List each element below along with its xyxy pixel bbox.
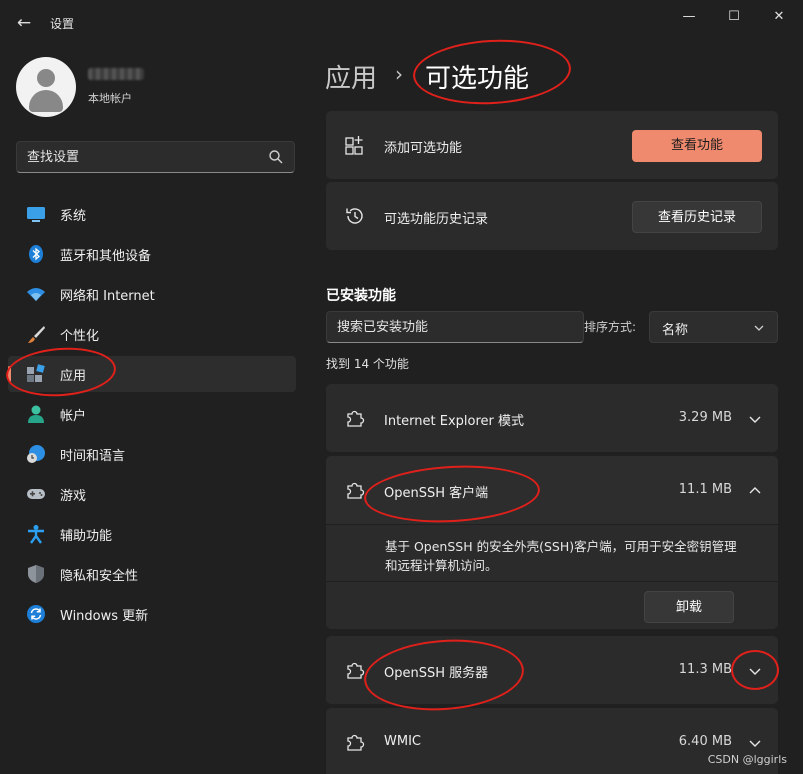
back-arrow-icon: ← (16, 13, 32, 33)
active-indicator (8, 366, 11, 382)
sidebar-item-label: 帐户 (60, 409, 87, 424)
breadcrumb-separator: › (395, 62, 403, 86)
sidebar-item-personalization[interactable]: 个性化 (8, 316, 296, 352)
monitor-icon (27, 207, 45, 222)
feature-history-card: 可选功能历史记录 查看历史记录 (326, 182, 778, 250)
uninstall-button[interactable]: 卸载 (644, 591, 734, 623)
feature-name: Internet Explorer 模式 (384, 414, 525, 429)
add-feature-label: 添加可选功能 (384, 141, 463, 156)
gamepad-icon (27, 489, 45, 499)
history-label: 可选功能历史记录 (384, 212, 489, 227)
app-title: 设置 (50, 17, 75, 31)
sidebar-item-label: 应用 (60, 369, 87, 384)
bluetooth-icon (29, 245, 43, 263)
maximize-button[interactable]: ☐ (719, 6, 749, 28)
chevron-down-icon (754, 325, 764, 331)
installed-search-input[interactable] (337, 317, 567, 337)
feature-row-expanded[interactable]: OpenSSH 客户端 11.1 MB (326, 456, 778, 524)
accessibility-icon (28, 525, 44, 544)
avatar-body (29, 90, 63, 112)
sidebar-item-apps[interactable]: 应用 (8, 356, 296, 392)
maximize-icon: ☐ (728, 9, 740, 24)
chevron-down-icon[interactable] (748, 736, 762, 750)
sidebar-item-time-language[interactable]: 时间和语言 (8, 436, 296, 472)
installed-features-title: 已安装功能 (326, 288, 396, 304)
title-bar: ← 设置 — ☐ ✕ (0, 0, 803, 48)
feature-size: 11.3 MB (678, 662, 732, 677)
installed-search-box[interactable] (326, 311, 584, 343)
sidebar-item-label: 辅助功能 (60, 529, 113, 544)
close-button[interactable]: ✕ (764, 6, 794, 28)
settings-search-box[interactable] (16, 141, 295, 173)
sidebar-item-bluetooth[interactable]: 蓝牙和其他设备 (8, 236, 296, 272)
sidebar-item-label: 系统 (60, 209, 87, 224)
feature-description: 基于 OpenSSH 的安全外壳(SSH)客户端，可用于安全密钥管理和远程计算机… (385, 539, 737, 573)
sidebar-item-label: 时间和语言 (60, 449, 126, 464)
brush-icon (28, 326, 45, 343)
minimize-icon: — (682, 9, 696, 24)
feature-size: 11.1 MB (678, 482, 732, 497)
puzzle-icon (347, 734, 365, 751)
sort-value: 名称 (662, 323, 689, 338)
sidebar-item-label: 个性化 (60, 329, 100, 344)
globe-clock-icon (27, 445, 45, 463)
shield-icon (28, 565, 44, 583)
sidebar-item-label: 隐私和安全性 (60, 569, 139, 584)
puzzle-icon (347, 410, 365, 427)
view-history-button[interactable]: 查看历史记录 (632, 201, 762, 233)
back-button[interactable]: ← (14, 12, 34, 34)
settings-search-input[interactable] (27, 147, 257, 167)
update-icon (27, 605, 45, 623)
feature-size: 3.29 MB (678, 410, 732, 425)
puzzle-icon (347, 482, 365, 499)
person-icon (28, 405, 44, 423)
close-icon: ✕ (773, 9, 785, 24)
sidebar-item-label: Windows 更新 (60, 609, 149, 624)
chevron-down-icon[interactable] (748, 412, 762, 426)
wifi-icon (27, 288, 45, 301)
sidebar-item-label: 游戏 (60, 489, 87, 504)
watermark: CSDN @lggirls (707, 753, 787, 766)
feature-count: 找到 14 个功能 (326, 357, 409, 371)
chevron-up-icon[interactable] (748, 484, 762, 498)
sidebar-item-gaming[interactable]: 游戏 (8, 476, 296, 512)
sidebar-item-privacy[interactable]: 隐私和安全性 (8, 556, 296, 592)
add-grid-icon (345, 136, 363, 155)
feature-row[interactable]: OpenSSH 服务器 11.3 MB (326, 636, 778, 704)
sidebar-item-system[interactable]: 系统 (8, 196, 296, 232)
minimize-button[interactable]: — (674, 6, 704, 28)
feature-row[interactable]: Internet Explorer 模式 3.29 MB (326, 384, 778, 452)
apps-icon (27, 364, 45, 382)
sidebar-item-label: 蓝牙和其他设备 (60, 249, 152, 264)
feature-name: OpenSSH 客户端 (384, 486, 489, 501)
account-type: 本地帐户 (88, 92, 132, 105)
sidebar-item-accounts[interactable]: 帐户 (8, 396, 296, 432)
sidebar-item-label: 网络和 Internet (60, 289, 155, 304)
history-icon (346, 208, 363, 224)
breadcrumb-parent[interactable]: 应用 (325, 58, 377, 95)
sidebar-item-windows-update[interactable]: Windows 更新 (8, 596, 296, 632)
page-title: 可选功能 (425, 64, 530, 94)
sidebar-item-network[interactable]: 网络和 Internet (8, 276, 296, 312)
search-icon[interactable] (268, 149, 284, 165)
chevron-down-icon[interactable] (748, 664, 762, 678)
view-features-button[interactable]: 查看功能 (632, 130, 762, 162)
feature-name: OpenSSH 服务器 (384, 666, 489, 681)
blurred-user-name (88, 68, 144, 80)
avatar[interactable] (16, 57, 76, 117)
avatar-head (37, 69, 55, 87)
add-feature-card: 添加可选功能 查看功能 (326, 111, 778, 179)
details-divider (326, 581, 778, 582)
sort-label: 排序方式: (584, 320, 637, 334)
sidebar-item-accessibility[interactable]: 辅助功能 (8, 516, 296, 552)
feature-size: 6.40 MB (678, 734, 732, 749)
feature-name: WMIC (384, 734, 421, 749)
puzzle-icon (347, 662, 365, 679)
sort-dropdown[interactable]: 名称 (649, 311, 778, 343)
